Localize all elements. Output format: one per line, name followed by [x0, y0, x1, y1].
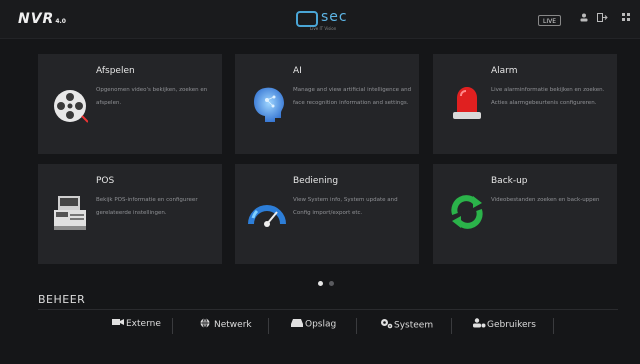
separator: [451, 318, 452, 334]
live-button[interactable]: LIVE: [538, 15, 561, 26]
brand-mark-icon: [296, 11, 318, 27]
card-title: Afspelen: [96, 66, 135, 76]
settings-gears-icon: [380, 318, 394, 332]
mgmt-opslag[interactable]: Opslag: [291, 318, 336, 334]
card-alarm[interactable]: Alarm Live alarminformatie bekijken en z…: [433, 54, 617, 154]
film-reel-icon: [52, 88, 89, 124]
mgmt-label: Gebruikers: [487, 320, 536, 330]
card-description: Videobestanden zoeken en back-uppen: [491, 197, 600, 203]
network-globe-icon: [200, 318, 214, 331]
backup-sync-icon: [449, 194, 485, 230]
card-description: Opgenomen video's bekijken, zoeken en af…: [96, 87, 208, 106]
section-title-beheer: BEHEER: [38, 293, 86, 306]
mgmt-externe[interactable]: Externe: [112, 318, 161, 334]
card-description: View System info, System update and Conf…: [293, 197, 398, 216]
nvr-logo: NVR4.0: [18, 11, 66, 27]
brand-tagline: Live IT Vision: [310, 26, 337, 31]
card-description: Manage and view artificial intelligence …: [293, 87, 412, 106]
mgmt-label: Netwerk: [214, 320, 252, 330]
mgmt-gebruikers[interactable]: Gebruikers: [473, 318, 536, 334]
mgmt-label: Systeem: [394, 320, 434, 331]
logout-icon[interactable]: [597, 13, 609, 24]
separator: [356, 318, 357, 334]
section-divider: [38, 309, 618, 310]
page-dot[interactable]: [329, 281, 334, 286]
user-icon[interactable]: [580, 13, 588, 24]
separator: [268, 318, 269, 334]
alarm-siren-icon: [449, 82, 485, 119]
card-afspelen[interactable]: Afspelen Opgenomen video's bekijken, zoe…: [38, 54, 222, 154]
storage-icon: [291, 318, 305, 330]
mgmt-systeem[interactable]: Systeem: [380, 318, 433, 334]
card-back-up[interactable]: Back-up Videobestanden zoeken en back-up…: [433, 164, 617, 264]
separator: [172, 318, 173, 334]
gauge-icon: [247, 198, 286, 234]
page-dot-active[interactable]: [318, 281, 323, 286]
pos-terminal-icon: [52, 194, 88, 230]
nvr-version: 4.0: [55, 18, 66, 25]
mgmt-label: Externe: [126, 319, 161, 329]
card-title: Back-up: [491, 176, 528, 186]
card-title: Alarm: [491, 66, 518, 76]
top-bar: NVR4.0 sec Live IT Vision LIVE: [0, 0, 640, 39]
brand-logo: sec Live IT Vision: [296, 9, 368, 31]
card-bediening[interactable]: Bediening View System info, System updat…: [235, 164, 419, 264]
camera-icon: [112, 318, 126, 329]
card-pos[interactable]: POS Bekijk POS-informatie en configureer…: [38, 164, 222, 264]
card-ai[interactable]: AI Manage and view artificial intelligen…: [235, 54, 419, 154]
page-indicator: [318, 271, 340, 290]
card-description: Live alarminformatie bekijken en zoeken.…: [491, 87, 605, 106]
card-title: Bediening: [293, 176, 339, 186]
card-description: Bekijk POS-informatie en configureer ger…: [96, 197, 198, 216]
users-icon: [473, 318, 487, 331]
mgmt-netwerk[interactable]: Netwerk: [200, 318, 252, 334]
grid-icon[interactable]: [622, 13, 630, 24]
ai-head-icon: [251, 84, 287, 122]
brand-name: sec: [321, 9, 348, 25]
card-title: POS: [96, 176, 115, 186]
nvr-logo-text: NVR: [18, 11, 55, 27]
separator: [553, 318, 554, 334]
mgmt-label: Opslag: [305, 319, 337, 330]
card-title: AI: [293, 66, 302, 76]
